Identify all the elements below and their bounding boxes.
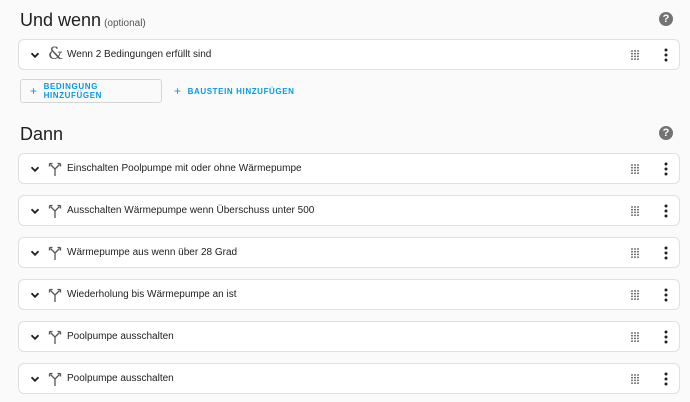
action-label: Wiederholung bis Wärmepumpe an ist: [67, 289, 237, 300]
chevron-down-icon[interactable]: [29, 331, 41, 343]
chevron-down-icon[interactable]: [29, 247, 41, 259]
more-vert-icon[interactable]: [663, 162, 669, 176]
plus-icon: +: [174, 84, 182, 98]
add-block-label: BAUSTEIN HINZUFÜGEN: [187, 86, 295, 96]
drag-handle-icon[interactable]: [630, 205, 640, 217]
add-condition-button[interactable]: + BEDINGUNG HINZUFÜGEN: [20, 79, 162, 103]
call-split-icon: [48, 288, 62, 302]
action-card[interactable]: Wärmepumpe aus wenn über 28 Grad: [18, 237, 680, 268]
add-condition-label: BEDINGUNG HINZUFÜGEN: [43, 82, 103, 100]
chevron-down-icon[interactable]: [29, 49, 41, 61]
condition-label: Wenn 2 Bedingungen erfüllt sind: [67, 49, 212, 60]
optional-hint: (optional): [104, 18, 146, 29]
action-card[interactable]: Einschalten Poolpumpe mit oder ohne Wärm…: [18, 153, 680, 184]
drag-handle-icon[interactable]: [630, 247, 640, 259]
action-label: Wärmepumpe aus wenn über 28 Grad: [67, 247, 238, 258]
action-card[interactable]: Poolpumpe ausschalten: [18, 363, 680, 394]
more-vert-icon[interactable]: [663, 204, 669, 218]
drag-handle-icon[interactable]: [630, 49, 640, 61]
actions-section-title: Dann: [20, 124, 64, 144]
call-split-icon: [48, 330, 62, 344]
chevron-down-icon[interactable]: [29, 289, 41, 301]
action-card[interactable]: Ausschalten Wärmepumpe wenn Überschuss u…: [18, 195, 680, 226]
call-split-icon: [48, 246, 62, 260]
plus-icon: +: [30, 84, 38, 98]
drag-handle-icon[interactable]: [630, 331, 640, 343]
condition-card[interactable]: & Wenn 2 Bedingungen erfüllt sind: [18, 39, 680, 70]
drag-handle-icon[interactable]: [630, 163, 640, 175]
chevron-down-icon[interactable]: [29, 163, 41, 175]
action-label: Ausschalten Wärmepumpe wenn Überschuss u…: [67, 205, 315, 216]
add-block-button[interactable]: + BAUSTEIN HINZUFÜGEN: [165, 79, 304, 103]
drag-handle-icon[interactable]: [630, 373, 640, 385]
call-split-icon: [48, 204, 62, 218]
action-label: Poolpumpe ausschalten: [67, 331, 174, 342]
action-label: Einschalten Poolpumpe mit oder ohne Wärm…: [67, 163, 302, 174]
call-split-icon: [48, 162, 62, 176]
more-vert-icon[interactable]: [663, 48, 669, 62]
chevron-down-icon[interactable]: [29, 373, 41, 385]
help-circle-icon[interactable]: ?: [659, 12, 673, 26]
ampersand-icon: &: [48, 44, 64, 64]
more-vert-icon[interactable]: [663, 330, 669, 344]
action-card[interactable]: Wiederholung bis Wärmepumpe an ist: [18, 279, 680, 310]
help-circle-icon[interactable]: ?: [659, 126, 673, 140]
chevron-down-icon[interactable]: [29, 205, 41, 217]
action-label: Poolpumpe ausschalten: [67, 373, 174, 384]
more-vert-icon[interactable]: [663, 372, 669, 386]
more-vert-icon[interactable]: [663, 288, 669, 302]
conditions-section-title: Und wenn (optional): [20, 10, 146, 31]
call-split-icon: [48, 372, 62, 386]
conditions-title: Und wenn: [20, 10, 102, 30]
action-card[interactable]: Poolpumpe ausschalten: [18, 321, 680, 352]
more-vert-icon[interactable]: [663, 246, 669, 260]
drag-handle-icon[interactable]: [630, 289, 640, 301]
